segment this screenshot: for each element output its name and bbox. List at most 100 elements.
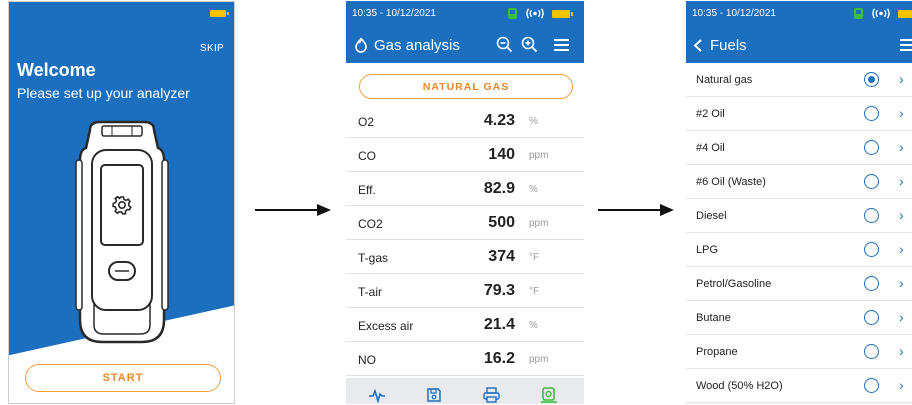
graph-icon[interactable]	[368, 387, 386, 403]
zoom-in-icon[interactable]	[521, 36, 538, 53]
fuel-radio[interactable]	[864, 174, 879, 189]
chevron-right-icon[interactable]: ›	[899, 139, 904, 155]
page-title: Fuels	[710, 37, 747, 54]
fuel-list-item[interactable]: #4 Oil ›	[686, 131, 912, 165]
pump-icon	[508, 8, 517, 19]
measurement-row: T-air 79.3 °F	[346, 274, 584, 308]
measurement-label: CO2	[358, 217, 383, 231]
fuel-list: Natural gas › #2 Oil › #4 Oil › #6 Oil (…	[686, 63, 912, 404]
chevron-right-icon[interactable]: ›	[899, 207, 904, 223]
fuel-radio[interactable]	[864, 106, 879, 121]
fuel-list-item[interactable]: Propane ›	[686, 335, 912, 369]
fuel-list-item[interactable]: Wood (50% H2O) ›	[686, 369, 912, 403]
save-icon[interactable]	[426, 387, 442, 403]
start-button[interactable]: START	[25, 364, 221, 392]
fuel-label: Butane	[696, 312, 731, 324]
fuel-label: #2 Oil	[696, 108, 725, 120]
skip-button[interactable]: SKIP	[200, 43, 224, 54]
fuel-label: Diesel	[696, 210, 727, 222]
measurement-value: 500	[488, 214, 515, 231]
zoom-out-icon[interactable]	[496, 36, 513, 53]
measurement-unit: ppm	[529, 354, 549, 365]
measurement-label: Excess air	[358, 319, 414, 333]
fuel-select-button[interactable]: NATURAL GAS	[359, 74, 573, 99]
measurement-label: T-gas	[358, 251, 389, 265]
fuel-label: Wood (50% H2O)	[696, 380, 783, 392]
measurement-row: CO 140 ppm	[346, 138, 584, 172]
app-header: 10:35 - 10/12/2021 Fuels	[686, 1, 912, 63]
fuel-list-item[interactable]: Butane ›	[686, 301, 912, 335]
pump-icon[interactable]	[541, 387, 557, 403]
fuel-list-item[interactable]: Natural gas ›	[686, 63, 912, 97]
wireless-signal-icon	[872, 8, 890, 19]
chevron-right-icon[interactable]: ›	[899, 105, 904, 121]
fuel-radio[interactable]	[864, 276, 879, 291]
measurement-label: CO	[358, 149, 376, 163]
measurement-unit: ppm	[529, 218, 549, 229]
chevron-right-icon[interactable]: ›	[899, 343, 904, 359]
chevron-right-icon[interactable]: ›	[899, 173, 904, 189]
measurement-row: CO2 500 ppm	[346, 206, 584, 240]
measurement-value: 82.9	[483, 180, 515, 197]
battery-icon	[552, 9, 573, 18]
chevron-right-icon[interactable]: ›	[899, 71, 904, 87]
measurement-value: 374	[488, 248, 515, 265]
fuel-list-item[interactable]: #6 Oil (Waste) ›	[686, 165, 912, 199]
chevron-right-icon[interactable]: ›	[899, 241, 904, 257]
chevron-right-icon[interactable]: ›	[899, 309, 904, 325]
measurement-unit: %	[529, 184, 538, 195]
fuel-list-item[interactable]: Diesel ›	[686, 199, 912, 233]
menu-icon[interactable]	[554, 39, 569, 51]
arrow-right-icon	[255, 204, 331, 216]
measurement-unit: °F	[529, 286, 540, 297]
status-icons	[507, 7, 573, 20]
page-title: Gas analysis	[374, 37, 460, 54]
back-chevron-icon[interactable]	[693, 39, 703, 52]
measurement-label: NO	[358, 353, 376, 367]
measurement-value: 79.3	[483, 282, 515, 299]
fuel-radio[interactable]	[864, 310, 879, 325]
fuel-radio[interactable]	[864, 378, 879, 393]
arrow-right-icon	[598, 204, 674, 216]
fuel-radio[interactable]	[864, 140, 879, 155]
measurement-row: NO 16.2 ppm	[346, 342, 584, 376]
menu-icon[interactable]	[900, 39, 912, 51]
fuel-label: #4 Oil	[696, 142, 725, 154]
fuel-list-item[interactable]: Petrol/Gasoline ›	[686, 267, 912, 301]
measurement-value: 140	[488, 146, 515, 163]
app-header: 10:35 - 10/12/2021 Gas analysis	[346, 1, 584, 63]
fuel-radio[interactable]	[864, 208, 879, 223]
measurement-label: Eff.	[358, 183, 376, 197]
analyzer-device-illustration	[75, 120, 169, 344]
measurement-row: Eff. 82.9 %	[346, 172, 584, 206]
chevron-right-icon[interactable]: ›	[899, 275, 904, 291]
measurement-unit: %	[529, 320, 538, 331]
fuel-list-item[interactable]: #2 Oil ›	[686, 97, 912, 131]
welcome-title: Welcome	[17, 60, 96, 80]
fuel-label: #6 Oil (Waste)	[696, 176, 766, 188]
fuel-label: Natural gas	[696, 74, 753, 86]
fuel-radio-selected[interactable]	[864, 72, 879, 87]
measurement-unit: ppm	[529, 150, 549, 161]
welcome-subtitle: Please set up your analyzer	[17, 85, 190, 101]
fuel-list-item[interactable]: LPG ›	[686, 233, 912, 267]
gas-analysis-content: NATURAL GAS O2 4.23 % CO 140 ppm Eff. 82…	[346, 63, 584, 404]
fuel-radio[interactable]	[864, 242, 879, 257]
flame-icon	[355, 37, 367, 53]
measurement-unit: °F	[529, 252, 540, 263]
gas-analysis-screen: 10:35 - 10/12/2021 Gas analysis NATURAL …	[346, 1, 584, 404]
measurement-value: 21.4	[483, 316, 515, 333]
wireless-signal-icon	[526, 8, 544, 19]
measurement-list: O2 4.23 % CO 140 ppm Eff. 82.9 % CO2 500…	[346, 104, 584, 376]
measurement-row: Excess air 21.4 %	[346, 308, 584, 342]
status-time: 10:35 - 10/12/2021	[352, 8, 436, 19]
measurement-row: O2 4.23 %	[346, 104, 584, 138]
chevron-right-icon[interactable]: ›	[899, 377, 904, 393]
print-icon[interactable]	[483, 387, 500, 403]
fuels-screen: 10:35 - 10/12/2021 Fuels Natural gas › #…	[686, 1, 912, 404]
bottom-toolbar	[346, 378, 584, 404]
fuel-label: Petrol/Gasoline	[696, 278, 772, 290]
fuel-radio[interactable]	[864, 344, 879, 359]
battery-icon	[210, 10, 229, 17]
measurement-label: T-air	[358, 285, 382, 299]
